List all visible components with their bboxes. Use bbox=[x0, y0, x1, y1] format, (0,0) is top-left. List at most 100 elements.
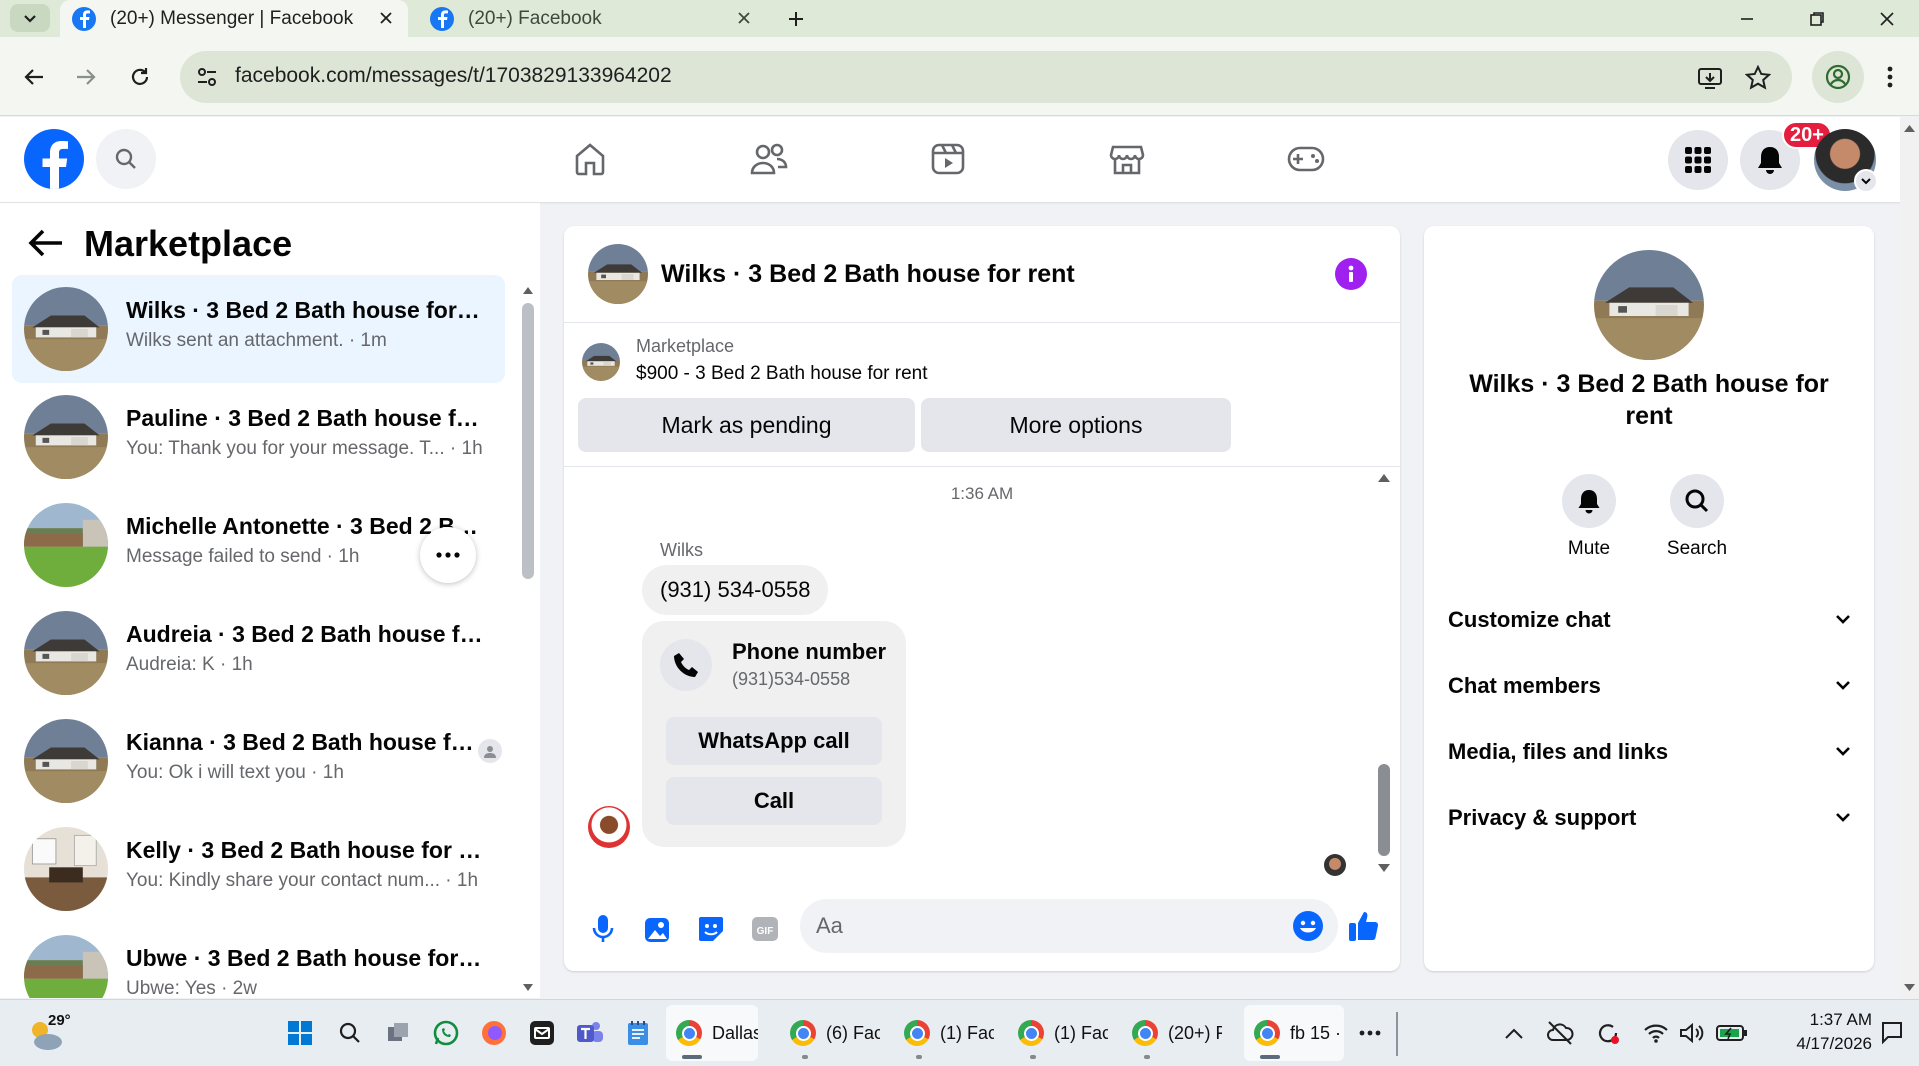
conversation-title[interactable]: Wilks · 3 Bed 2 Bath house for rent bbox=[661, 260, 1075, 289]
bell-icon[interactable] bbox=[1562, 474, 1616, 528]
show-hidden-icons-button[interactable] bbox=[1498, 1017, 1530, 1049]
more-taskbar-items-icon[interactable] bbox=[1354, 1017, 1386, 1049]
browser-menu-button[interactable] bbox=[1872, 57, 1908, 97]
url-text[interactable]: facebook.com/messages/t/1703829133964202 bbox=[235, 64, 672, 88]
chat-avatar[interactable] bbox=[24, 395, 108, 479]
chat-list-item[interactable]: Michelle Antonette · 3 Bed 2 Bath house … bbox=[12, 491, 505, 599]
forward-button[interactable] bbox=[66, 57, 106, 97]
chat-options-button[interactable] bbox=[420, 527, 476, 583]
taskbar-chrome-window[interactable]: (1) Facebook bbox=[894, 1005, 994, 1061]
address-bar[interactable]: facebook.com/messages/t/1703829133964202 bbox=[180, 51, 1792, 103]
listing-description[interactable]: $900 - 3 Bed 2 Bath house for rent bbox=[636, 363, 928, 385]
back-arrow-icon[interactable] bbox=[28, 228, 64, 258]
chat-info-avatar[interactable] bbox=[1594, 250, 1704, 360]
chat-avatar[interactable] bbox=[24, 935, 108, 998]
more-options-button[interactable]: More options bbox=[921, 398, 1231, 452]
whatsapp-app[interactable] bbox=[430, 1017, 462, 1049]
chat-avatar[interactable] bbox=[24, 827, 108, 911]
taskbar-chrome-window[interactable]: (6) Facebook bbox=[780, 1005, 880, 1061]
taskbar-chrome-window[interactable]: fb 15 · bbox=[1244, 1005, 1344, 1061]
battery-icon[interactable] bbox=[1716, 1017, 1748, 1049]
message-bubble[interactable]: (931) 534-0558 bbox=[642, 565, 829, 615]
emoji-icon[interactable] bbox=[1292, 910, 1324, 942]
teams-app[interactable] bbox=[574, 1017, 606, 1049]
listing-thumbnail[interactable] bbox=[582, 343, 620, 381]
page-scrollbar[interactable] bbox=[1900, 117, 1919, 999]
bookmark-star-icon[interactable] bbox=[1744, 64, 1772, 92]
close-tab-icon[interactable] bbox=[732, 6, 756, 30]
sticker-button[interactable] bbox=[694, 912, 728, 946]
site-settings-icon[interactable] bbox=[194, 64, 220, 90]
menu-button[interactable] bbox=[1668, 130, 1728, 190]
close-window-button[interactable] bbox=[1852, 0, 1919, 37]
voice-clip-button[interactable] bbox=[586, 912, 620, 946]
nav-gaming[interactable] bbox=[1276, 137, 1336, 181]
taskbar-chrome-window[interactable]: (1) Facebook bbox=[1008, 1005, 1108, 1061]
search-action[interactable]: Search bbox=[1657, 474, 1737, 560]
weather-widget[interactable]: 29° bbox=[26, 1010, 86, 1056]
whatsapp-call-button[interactable]: WhatsApp call bbox=[666, 717, 882, 765]
like-button[interactable] bbox=[1347, 909, 1381, 943]
close-tab-icon[interactable] bbox=[374, 6, 398, 30]
taskbar-chrome-window[interactable]: (20+) Facebook bbox=[1122, 1005, 1222, 1061]
taskbar-search-button[interactable] bbox=[334, 1017, 366, 1049]
taskbar-chrome-window[interactable]: Dallas bbox=[666, 1005, 758, 1061]
gif-button[interactable]: GIF bbox=[748, 912, 782, 946]
mail-app[interactable] bbox=[526, 1017, 558, 1049]
conversation-scroll-thumb[interactable] bbox=[1378, 764, 1390, 856]
section-chat-members[interactable]: Chat members bbox=[1424, 658, 1874, 714]
message-input[interactable] bbox=[816, 909, 1276, 943]
tab-search-dropdown-button[interactable] bbox=[10, 4, 50, 32]
chat-avatar[interactable] bbox=[24, 503, 108, 587]
chat-avatar[interactable] bbox=[24, 719, 108, 803]
nav-marketplace[interactable] bbox=[1097, 137, 1157, 181]
sync-status-icon[interactable] bbox=[1592, 1017, 1624, 1049]
chat-list-item[interactable]: Ubwe · 3 Bed 2 Bath house for rent Ubwe: … bbox=[12, 923, 505, 998]
new-tab-button[interactable] bbox=[780, 3, 812, 35]
install-app-icon[interactable] bbox=[1696, 64, 1724, 92]
section-customize-chat[interactable]: Customize chat bbox=[1424, 592, 1874, 648]
chat-list-item[interactable]: Kianna · 3 Bed 2 Bath house for rent You:… bbox=[12, 707, 505, 815]
chat-list-item[interactable]: Audreia · 3 Bed 2 Bath house for rent Aud… bbox=[12, 599, 505, 707]
chat-list-item[interactable]: Pauline · 3 Bed 2 Bath house for rent You… bbox=[12, 383, 505, 491]
notification-center-icon[interactable] bbox=[1876, 1017, 1908, 1049]
start-button[interactable] bbox=[284, 1017, 316, 1049]
browser-tab-messenger[interactable]: (20+) Messenger | Facebook bbox=[60, 0, 408, 37]
search-icon[interactable] bbox=[1670, 474, 1724, 528]
nav-home[interactable] bbox=[560, 137, 620, 181]
volume-icon[interactable] bbox=[1676, 1017, 1708, 1049]
conversation-info-button[interactable] bbox=[1335, 258, 1367, 290]
cloud-sync-off-icon[interactable] bbox=[1544, 1017, 1576, 1049]
reload-button[interactable] bbox=[120, 57, 160, 97]
minimize-window-button[interactable] bbox=[1712, 0, 1782, 37]
call-button[interactable]: Call bbox=[666, 777, 882, 825]
task-view-button[interactable] bbox=[382, 1017, 414, 1049]
nav-friends[interactable] bbox=[739, 137, 799, 181]
message-composer[interactable] bbox=[800, 899, 1338, 953]
facebook-search-button[interactable] bbox=[96, 129, 156, 189]
chat-list-item[interactable]: Kelly · 3 Bed 2 Bath house for rent You: … bbox=[12, 815, 505, 923]
scroll-up-icon[interactable] bbox=[1376, 472, 1392, 484]
section-media-files-links[interactable]: Media, files and links bbox=[1424, 724, 1874, 780]
notepad-app[interactable] bbox=[622, 1017, 654, 1049]
mute-action[interactable]: Mute bbox=[1549, 474, 1629, 560]
restore-window-button[interactable] bbox=[1782, 0, 1852, 37]
chat-avatar[interactable] bbox=[24, 611, 108, 695]
section-privacy-support[interactable]: Privacy & support bbox=[1424, 790, 1874, 846]
facebook-logo-icon[interactable] bbox=[24, 129, 84, 189]
attach-photo-button[interactable] bbox=[640, 912, 674, 946]
browser-tab-facebook[interactable]: (20+) Facebook bbox=[418, 0, 766, 37]
scroll-down-icon[interactable] bbox=[1376, 862, 1392, 874]
system-clock[interactable]: 1:37 AM 4/17/2026 bbox=[1762, 1008, 1872, 1056]
wifi-icon[interactable] bbox=[1640, 1017, 1672, 1049]
back-button[interactable] bbox=[14, 57, 54, 97]
chat-list-scroll-thumb[interactable] bbox=[522, 303, 534, 579]
mark-as-pending-button[interactable]: Mark as pending bbox=[578, 398, 915, 452]
chat-list-item[interactable]: Wilks · 3 Bed 2 Bath house for rent Wilks… bbox=[12, 275, 505, 383]
account-chevron-icon[interactable] bbox=[1854, 169, 1878, 193]
sender-avatar[interactable] bbox=[588, 806, 630, 848]
conversation-avatar[interactable] bbox=[588, 244, 648, 304]
firefox-app[interactable] bbox=[478, 1017, 510, 1049]
nav-video[interactable] bbox=[918, 137, 978, 181]
browser-profile-button[interactable] bbox=[1812, 51, 1864, 103]
